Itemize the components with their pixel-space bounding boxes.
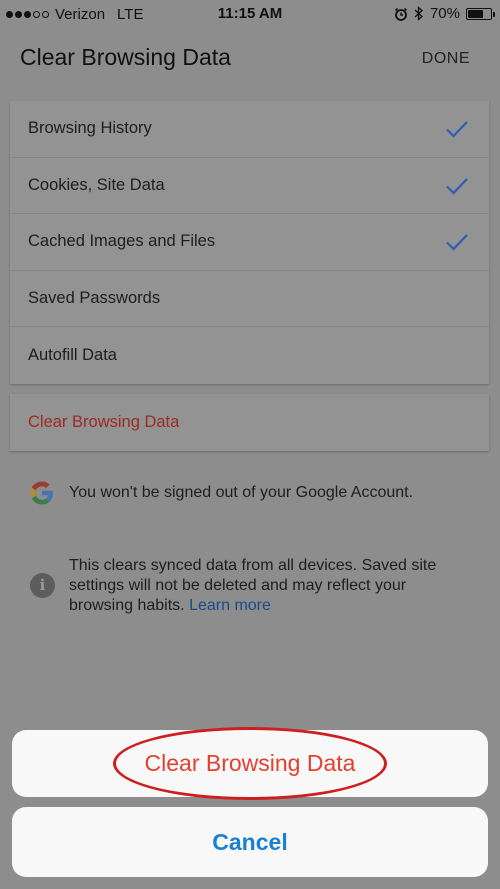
google-logo-icon <box>30 481 53 505</box>
learn-more-link[interactable]: Learn more <box>189 597 271 614</box>
done-button[interactable]: DONE <box>422 50 470 68</box>
data-options-list: Browsing History Cookies, Site Data Cach… <box>10 101 489 384</box>
option-browsing-history[interactable]: Browsing History <box>10 101 489 158</box>
option-autofill-data[interactable]: Autofill Data <box>10 327 489 384</box>
checkmark-icon <box>446 121 468 138</box>
option-saved-passwords[interactable]: Saved Passwords <box>10 271 489 328</box>
option-label: Browsing History <box>28 119 152 138</box>
sync-note-text: This clears synced data from all devices… <box>69 556 470 616</box>
sync-note: i This clears synced data from all devic… <box>30 556 470 616</box>
option-label: Saved Passwords <box>28 289 161 308</box>
google-account-note-text: You won't be signed out of your Google A… <box>69 484 414 501</box>
info-icon: i <box>30 573 55 598</box>
option-label: Cookies, Site Data <box>28 175 165 194</box>
confirm-clear-label: Clear Browsing Data <box>144 750 356 776</box>
cancel-button[interactable]: Cancel <box>12 807 488 877</box>
clear-browsing-data-row[interactable]: Clear Browsing Data <box>10 394 489 451</box>
battery-fill <box>468 9 484 18</box>
status-right: 70% <box>394 5 495 22</box>
checkmark-icon <box>446 234 468 251</box>
alarm-clock-icon <box>394 7 408 21</box>
option-cookies-site-data[interactable]: Cookies, Site Data <box>10 158 489 215</box>
checkmark-icon <box>446 177 468 195</box>
option-label: Autofill Data <box>28 346 117 365</box>
battery-percent: 70% <box>429 5 460 22</box>
confirm-clear-browsing-data-button[interactable]: Clear Browsing Data <box>12 730 488 797</box>
google-account-note: You won't be signed out of your Google A… <box>28 479 413 507</box>
option-cached-images-files[interactable]: Cached Images and Files <box>10 214 489 271</box>
page-title: Clear Browsing Data <box>20 44 231 70</box>
status-bar: Verizon LTE 11:15 AM 70% <box>0 0 500 28</box>
option-label: Cached Images and Files <box>28 232 216 251</box>
battery-icon <box>466 7 495 20</box>
bluetooth-icon <box>414 6 423 21</box>
